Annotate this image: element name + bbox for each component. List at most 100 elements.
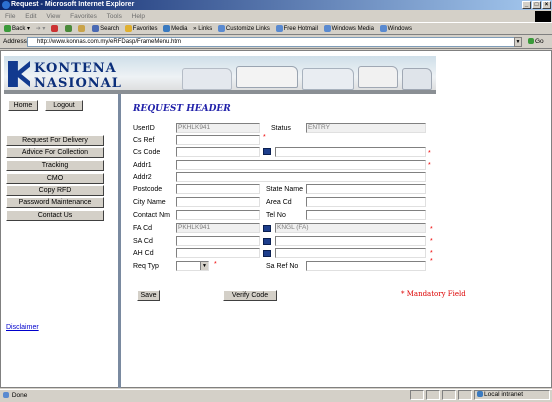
- menubar: File Edit View Favorites Tools Help: [0, 11, 552, 22]
- address-input[interactable]: http://www.konnas.com.my/eRFDasp/FrameMe…: [27, 37, 517, 47]
- required-marker: *: [430, 258, 433, 265]
- ie-page-icon: [275, 24, 283, 32]
- addr1-field[interactable]: [176, 160, 426, 170]
- menu-request-for-delivery[interactable]: Request For Delivery: [6, 135, 104, 146]
- back-button[interactable]: Back ▾: [4, 23, 30, 35]
- address-label: Address: [3, 38, 27, 45]
- reqtyp-label: Req Typ: [133, 263, 159, 270]
- save-button[interactable]: Save: [137, 290, 160, 301]
- go-arrow-icon: [528, 38, 534, 45]
- status-section: [442, 390, 456, 400]
- facd-lookup-icon[interactable]: [263, 225, 271, 232]
- favorites-button[interactable]: Favorites: [124, 23, 157, 35]
- verify-code-button[interactable]: Verify Code: [223, 290, 277, 301]
- sarefno-label: Sa Ref No: [266, 263, 299, 270]
- ahcd-field[interactable]: [176, 248, 260, 258]
- status-field[interactable]: ENTRY: [306, 123, 426, 133]
- ahcd-lookup-icon[interactable]: [263, 250, 271, 257]
- userid-field[interactable]: PKHLK941: [176, 123, 260, 133]
- free-hotmail-button[interactable]: Free Hotmail: [275, 23, 318, 35]
- csref-field[interactable]: [176, 135, 260, 145]
- contactnm-field[interactable]: [176, 210, 260, 220]
- minimize-button[interactable]: _: [522, 1, 531, 9]
- links-label: » Links: [193, 26, 213, 32]
- ie-logo-icon: [2, 1, 10, 9]
- statename-label: State Name: [266, 186, 303, 193]
- menu-favorites[interactable]: Favorites: [70, 13, 97, 20]
- menu-advice-for-collection[interactable]: Advice For Collection: [6, 147, 104, 158]
- windows-media-button[interactable]: Windows Media: [323, 23, 374, 35]
- status-section: [426, 390, 440, 400]
- status-section: [458, 390, 472, 400]
- brand-line2: NASIONAL: [34, 76, 122, 91]
- search-button[interactable]: Search: [92, 23, 119, 35]
- address-dropdown-button[interactable]: ▼: [514, 37, 522, 47]
- sarefno-field[interactable]: [306, 261, 426, 271]
- required-marker: *: [428, 162, 431, 169]
- chevron-down-icon[interactable]: ▼: [200, 262, 208, 270]
- cscode-lookup-icon[interactable]: [263, 148, 271, 155]
- sa-name-field[interactable]: [275, 236, 426, 246]
- home-toolbar-button[interactable]: [78, 23, 86, 35]
- truck-image: [302, 68, 354, 90]
- sacd-lookup-icon[interactable]: [263, 238, 271, 245]
- status-section: [410, 390, 424, 400]
- form-title: REQUEST HEADER: [133, 104, 231, 114]
- facd-label: FA Cd: [133, 225, 153, 232]
- search-icon: [92, 24, 100, 32]
- menu-tracking[interactable]: Tracking: [6, 160, 104, 171]
- postcode-field[interactable]: [176, 184, 260, 194]
- reqtyp-select[interactable]: ▼: [176, 261, 209, 271]
- brand-line1: KONTENA: [34, 61, 117, 76]
- ie-page-icon: [379, 24, 387, 32]
- menu-view[interactable]: View: [46, 13, 60, 20]
- cityname-label: City Name: [133, 199, 166, 206]
- truck-image: [402, 68, 432, 90]
- menu-cmo[interactable]: CMO: [6, 173, 104, 184]
- truck-image: [236, 66, 298, 88]
- customize-links-button[interactable]: Customize Links: [217, 23, 270, 35]
- brand-name: KONTENA NASIONAL: [34, 61, 122, 91]
- menu-file[interactable]: File: [5, 13, 15, 20]
- required-marker: *: [263, 134, 266, 141]
- postcode-label: Postcode: [133, 186, 163, 193]
- statename-field[interactable]: [306, 184, 426, 194]
- refresh-button[interactable]: [64, 23, 73, 35]
- status-text: Done: [11, 392, 28, 399]
- home-button[interactable]: Home: [8, 100, 38, 111]
- menu-contact-us[interactable]: Contact Us: [6, 210, 104, 221]
- facd-field[interactable]: PKHLK941: [176, 223, 260, 233]
- areacd-field[interactable]: [306, 197, 426, 207]
- logout-button[interactable]: Logout: [45, 100, 83, 111]
- disclaimer-link[interactable]: Disclaimer: [6, 324, 39, 331]
- telno-field[interactable]: [306, 210, 426, 220]
- ie-page-icon: [217, 24, 225, 32]
- required-marker: *: [428, 150, 431, 157]
- close-button[interactable]: ×: [542, 1, 551, 9]
- windows-button[interactable]: Windows: [379, 23, 412, 35]
- stop-button[interactable]: [51, 23, 59, 35]
- back-arrow-icon: [4, 24, 11, 32]
- go-button[interactable]: Go: [528, 38, 544, 45]
- maximize-button[interactable]: □: [532, 1, 541, 9]
- addr2-field[interactable]: [176, 172, 426, 182]
- sacd-field[interactable]: [176, 236, 260, 246]
- cscode-field[interactable]: [176, 147, 260, 157]
- addr1-label: Addr1: [133, 162, 152, 169]
- menu-password-maintenance[interactable]: Password Maintenance: [6, 197, 104, 208]
- fa-name-field[interactable]: KNGL (FA): [275, 223, 426, 233]
- menu-help[interactable]: Help: [132, 13, 145, 20]
- menu-copy-rfd[interactable]: Copy RFD: [6, 185, 104, 196]
- truck-image: [358, 66, 398, 88]
- ah-name-field[interactable]: [275, 248, 426, 258]
- menu-edit[interactable]: Edit: [25, 13, 36, 20]
- telno-label: Tel No: [266, 212, 286, 219]
- csref-label: Cs Ref: [133, 137, 155, 144]
- media-button[interactable]: Media: [163, 23, 188, 35]
- zone-indicator: Local intranet: [474, 390, 550, 400]
- cityname-field[interactable]: [176, 197, 260, 207]
- cs-name-field[interactable]: [275, 147, 426, 157]
- forward-button[interactable]: ➜ ▾: [36, 23, 46, 35]
- menu-tools[interactable]: Tools: [107, 13, 122, 20]
- toolbar: Back ▾ ➜ ▾ Search Favorites Media » Link…: [0, 22, 552, 35]
